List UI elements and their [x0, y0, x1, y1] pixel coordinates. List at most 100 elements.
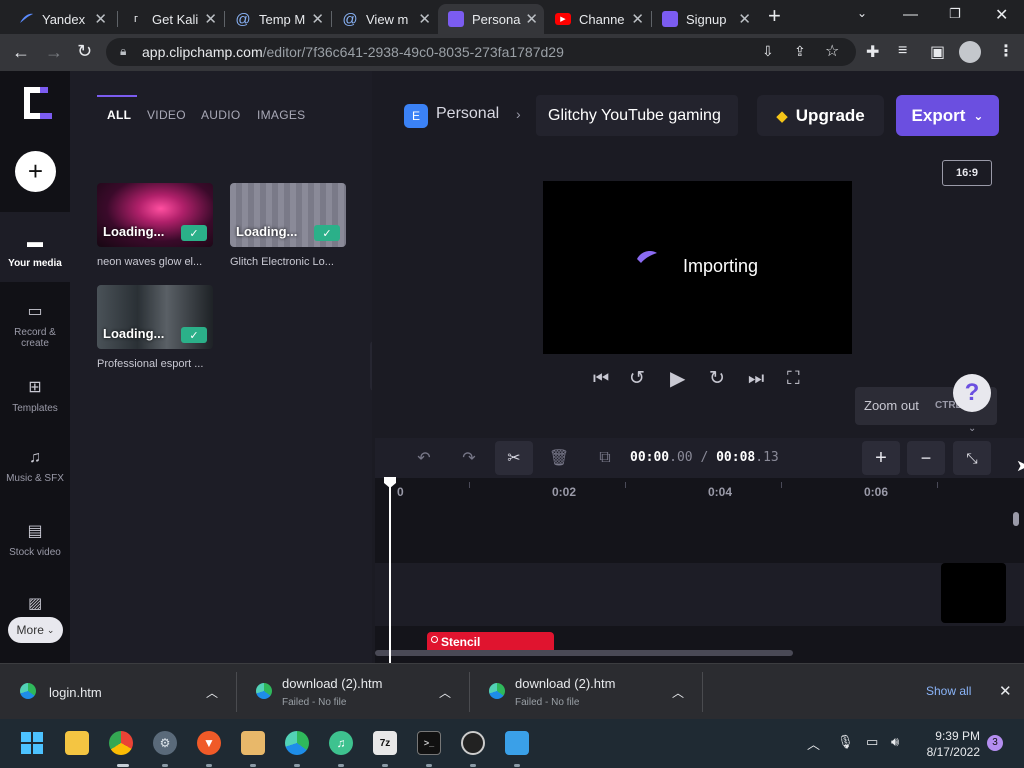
split-scissors-icon[interactable]: ✂: [495, 441, 533, 475]
zoom-out-icon[interactable]: −: [907, 441, 945, 475]
close-icon[interactable]: ✕: [738, 10, 751, 28]
microphone-icon[interactable]: 🎙︎: [837, 734, 854, 750]
chrome-icon[interactable]: [109, 731, 133, 755]
sidebar-item-music-sfx[interactable]: ♫ Music & SFX: [0, 449, 70, 484]
media-tab-all[interactable]: ALL: [107, 108, 131, 122]
zoom-in-icon[interactable]: +: [862, 441, 900, 475]
profile-avatar[interactable]: [959, 41, 981, 63]
aspect-ratio-button[interactable]: 16:9: [942, 160, 992, 186]
notepad-icon[interactable]: [505, 731, 529, 755]
media-thumbnail[interactable]: Loading... ✓: [97, 183, 213, 247]
fullscreen-icon[interactable]: ⛶: [787, 368, 800, 389]
duplicate-icon[interactable]: ⧉: [586, 441, 624, 475]
media-thumbnail[interactable]: Loading... ✓: [230, 183, 346, 247]
delete-icon[interactable]: 🗑︎: [540, 441, 578, 475]
vertical-scrollbar[interactable]: [1013, 512, 1019, 526]
close-icon[interactable]: ✕: [631, 10, 644, 28]
tab-search-icon[interactable]: ⌄: [857, 6, 867, 20]
tab-temp-mail[interactable]: @ Temp M ✕: [225, 4, 330, 34]
rewind-5-icon[interactable]: ↺: [629, 367, 645, 390]
window-close-button[interactable]: ✕: [995, 5, 1008, 25]
close-icon[interactable]: ✕: [418, 10, 431, 28]
kebab-menu-icon[interactable]: ⋮: [998, 41, 1014, 61]
settings-gear-icon[interactable]: ⚙: [153, 731, 177, 755]
maximize-button[interactable]: ❐: [949, 6, 961, 22]
tab-view-mail[interactable]: @ View m ✕: [332, 4, 437, 34]
close-icon[interactable]: ✕: [204, 10, 217, 28]
file-explorer-icon[interactable]: [65, 731, 89, 755]
fit-timeline-icon[interactable]: ⤡: [953, 441, 991, 475]
sidebar-item-your-media[interactable]: ▬ Your media: [0, 234, 70, 269]
sidebar-item-templates[interactable]: ⊞ Templates: [0, 377, 70, 414]
clipchamp-logo[interactable]: [18, 85, 54, 123]
video-clip[interactable]: [941, 563, 1006, 623]
share-icon[interactable]: ⇪: [794, 43, 806, 60]
close-icon[interactable]: ✕: [999, 682, 1012, 700]
windows-start-icon[interactable]: [20, 731, 44, 755]
export-button[interactable]: Export ⌄: [896, 95, 999, 136]
sidebar-item-stock-video[interactable]: ▤ Stock video: [0, 521, 70, 558]
close-icon[interactable]: ✕: [94, 10, 107, 28]
7zip-icon[interactable]: 7z: [373, 731, 397, 755]
project-title-input[interactable]: Glitchy YouTube gaming: [536, 95, 738, 136]
forward-5-icon[interactable]: ↻: [709, 367, 725, 390]
address-bar[interactable]: 🔒︎ app.clipchamp.com/editor/7f36c641-293…: [106, 38, 856, 66]
package-icon[interactable]: [241, 731, 265, 755]
minimize-button[interactable]: —: [903, 6, 918, 23]
tab-yandex[interactable]: Yandex ✕: [8, 4, 113, 34]
obs-icon[interactable]: [461, 731, 485, 755]
clock-date[interactable]: 8/17/2022: [918, 745, 980, 759]
tab-channel[interactable]: ▶ Channe ✕: [545, 4, 650, 34]
volume-icon[interactable]: 🔊︎: [891, 734, 899, 750]
media-control-icon[interactable]: ≡: [898, 42, 907, 60]
brave-icon[interactable]: ▼: [197, 731, 221, 755]
tab-signup[interactable]: Signup ✕: [652, 4, 757, 34]
skip-forward-icon[interactable]: ⏭: [748, 368, 764, 389]
text-clip[interactable]: Stencil: [427, 632, 554, 650]
timeline-scrollbar[interactable]: [375, 650, 793, 656]
more-button[interactable]: More ⌄: [8, 617, 63, 643]
media-tab-images[interactable]: IMAGES: [257, 108, 305, 122]
download-item[interactable]: download (2).htm Failed - No file ︿: [469, 664, 702, 720]
close-icon[interactable]: ✕: [311, 10, 324, 28]
tab-kali[interactable]: ᴦ Get Kali ✕: [118, 4, 223, 34]
notification-badge[interactable]: 3: [987, 735, 1003, 751]
redo-icon[interactable]: ↷: [450, 441, 488, 475]
forward-icon[interactable]: →: [45, 42, 63, 63]
extensions-icon[interactable]: ✚: [866, 42, 879, 62]
media-tab-audio[interactable]: AUDIO: [201, 108, 241, 122]
chevron-down-icon[interactable]: ⌄: [968, 423, 976, 434]
sidebar-item-record-create[interactable]: ▭ Record & create: [0, 301, 70, 349]
skip-back-icon[interactable]: ⏮: [593, 368, 609, 389]
show-all-link[interactable]: Show all: [926, 684, 971, 698]
help-button[interactable]: ?: [953, 374, 991, 412]
close-icon[interactable]: ✕: [525, 10, 538, 28]
media-thumbnail[interactable]: Loading... ✓: [97, 285, 213, 349]
install-icon[interactable]: ⇩: [762, 43, 774, 60]
bookmark-star-icon[interactable]: ☆: [825, 41, 839, 61]
terminal-icon[interactable]: >_: [417, 731, 441, 755]
create-add-button[interactable]: +: [15, 151, 56, 192]
new-tab-button[interactable]: +: [768, 3, 781, 29]
upgrade-button[interactable]: ◆ Upgrade: [757, 95, 884, 136]
chevron-up-icon[interactable]: ︿: [672, 684, 684, 701]
edge-icon[interactable]: [285, 731, 309, 755]
media-tab-video[interactable]: VIDEO: [147, 108, 186, 122]
clock-time[interactable]: 9:39 PM: [918, 729, 980, 743]
tab-personal[interactable]: Persona ✕: [438, 4, 544, 34]
side-panel-icon[interactable]: ▣: [930, 42, 945, 62]
chevron-up-icon[interactable]: ︿: [439, 684, 451, 701]
back-icon[interactable]: ←: [12, 42, 30, 63]
network-icon[interactable]: ▭: [866, 734, 878, 750]
playhead[interactable]: [389, 478, 391, 663]
chevron-up-icon[interactable]: ︿: [807, 734, 820, 753]
download-item[interactable]: login.htm ︿: [0, 664, 236, 720]
app-icon[interactable]: ♫: [329, 731, 353, 755]
chevron-up-icon[interactable]: ︿: [206, 684, 218, 701]
reload-icon[interactable]: ↻: [77, 41, 92, 62]
timeline-toolbar: ↶ ↷ ✂ 🗑︎ ⧉ 00:00.00 / 00:08.13 + − ⤡: [375, 438, 1024, 478]
download-item[interactable]: download (2).htm Failed - No file ︿: [236, 664, 469, 720]
undo-icon[interactable]: ↶: [405, 441, 443, 475]
workspace-name[interactable]: Personal: [436, 105, 499, 123]
play-icon[interactable]: ▶: [670, 366, 685, 391]
